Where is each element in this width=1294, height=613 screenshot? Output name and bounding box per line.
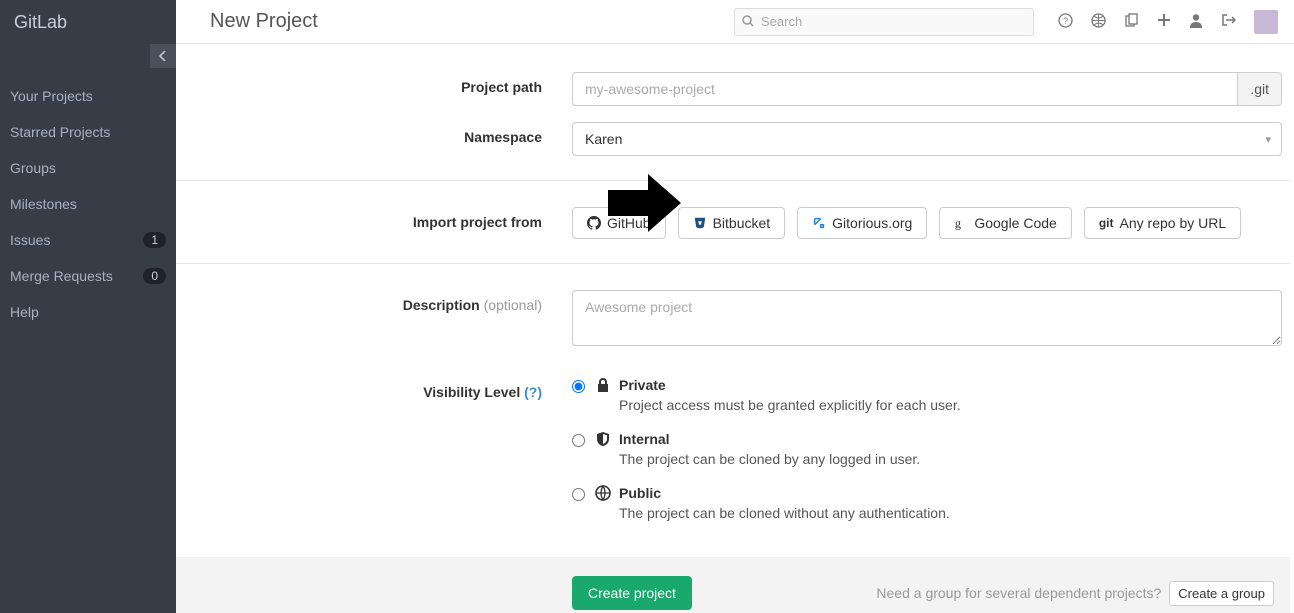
visibility-help-link[interactable]: (?) bbox=[524, 384, 542, 400]
search-wrap bbox=[734, 8, 1034, 36]
globe-icon bbox=[595, 485, 611, 501]
sidebar-item-label: Help bbox=[10, 304, 39, 320]
sidebar-item-label: Merge Requests bbox=[10, 268, 113, 284]
namespace-select[interactable]: Karen bbox=[572, 122, 1282, 156]
github-icon bbox=[587, 216, 601, 230]
brand-title[interactable]: GitLab bbox=[0, 0, 176, 44]
button-label: Any repo by URL bbox=[1120, 215, 1227, 231]
import-bitbucket-button[interactable]: Bitbucket bbox=[678, 207, 786, 239]
visibility-option-public[interactable]: Public The project can be cloned without… bbox=[572, 485, 1282, 521]
sidebar-item-starred-projects[interactable]: Starred Projects bbox=[0, 114, 176, 150]
header: New Project ? bbox=[176, 0, 1294, 44]
sidebar-item-label: Issues bbox=[10, 232, 50, 248]
visibility-desc: The project can be cloned by any logged … bbox=[619, 451, 920, 467]
visibility-radio-internal[interactable] bbox=[572, 434, 585, 447]
description-optional: (optional) bbox=[484, 297, 542, 313]
form-content: Project path .git Namespace Karen bbox=[176, 44, 1294, 613]
avatar[interactable] bbox=[1254, 10, 1278, 34]
git-suffix: .git bbox=[1238, 72, 1282, 106]
import-gitorious-button[interactable]: Gitorious.org bbox=[797, 207, 927, 239]
create-project-button[interactable]: Create project bbox=[572, 576, 692, 610]
search-input[interactable] bbox=[734, 8, 1034, 36]
logout-icon[interactable] bbox=[1221, 13, 1236, 30]
button-label: GitHub bbox=[607, 215, 651, 231]
divider bbox=[176, 263, 1290, 264]
svg-text:g: g bbox=[955, 216, 961, 230]
visibility-desc: Project access must be granted explicitl… bbox=[619, 397, 961, 413]
namespace-label: Namespace bbox=[176, 122, 572, 156]
project-path-input[interactable] bbox=[572, 72, 1238, 106]
visibility-radio-public[interactable] bbox=[572, 488, 585, 501]
sidebar-item-label: Milestones bbox=[10, 196, 77, 212]
description-label: Description (optional) bbox=[176, 290, 572, 349]
import-url-button[interactable]: git Any repo by URL bbox=[1084, 207, 1241, 239]
issues-badge: 1 bbox=[143, 232, 166, 248]
user-icon[interactable] bbox=[1189, 13, 1203, 31]
visibility-title: Private bbox=[619, 377, 666, 393]
import-google-code-button[interactable]: g Google Code bbox=[939, 207, 1072, 239]
group-hint-text: Need a group for several dependent proje… bbox=[876, 585, 1161, 601]
lock-icon bbox=[595, 377, 611, 393]
sidebar-item-help[interactable]: Help bbox=[0, 294, 176, 330]
description-input[interactable] bbox=[572, 290, 1282, 346]
visibility-title: Internal bbox=[619, 431, 670, 447]
header-icons: ? bbox=[1058, 10, 1278, 34]
visibility-title: Public bbox=[619, 485, 661, 501]
sidebar-collapse-button[interactable] bbox=[150, 44, 176, 68]
svg-text:?: ? bbox=[1063, 16, 1068, 26]
sidebar-item-milestones[interactable]: Milestones bbox=[0, 186, 176, 222]
visibility-radio-private[interactable] bbox=[572, 380, 585, 393]
sidebar-item-merge-requests[interactable]: Merge Requests 0 bbox=[0, 258, 176, 294]
visibility-label: Visibility Level (?) bbox=[176, 377, 572, 539]
footer: Create project Need a group for several … bbox=[176, 557, 1290, 613]
import-github-button[interactable]: GitHub bbox=[572, 207, 666, 239]
gitorious-icon bbox=[812, 216, 826, 230]
import-label: Import project from bbox=[176, 207, 572, 239]
sidebar-item-label: Groups bbox=[10, 160, 56, 176]
sidebar-item-label: Starred Projects bbox=[10, 124, 110, 140]
project-path-label: Project path bbox=[176, 72, 572, 106]
sidebar-item-issues[interactable]: Issues 1 bbox=[0, 222, 176, 258]
visibility-option-private[interactable]: Private Project access must be granted e… bbox=[572, 377, 1282, 413]
button-label: Gitorious.org bbox=[832, 215, 912, 231]
visibility-desc: The project can be cloned without any au… bbox=[619, 505, 950, 521]
sidebar-item-label: Your Projects bbox=[10, 88, 93, 104]
globe-icon[interactable] bbox=[1091, 13, 1106, 31]
button-label: Google Code bbox=[974, 215, 1057, 231]
sidebar-nav: Your Projects Starred Projects Groups Mi… bbox=[0, 78, 176, 330]
namespace-value: Karen bbox=[585, 131, 622, 147]
bitbucket-icon bbox=[693, 216, 707, 230]
page-title: New Project bbox=[210, 10, 724, 33]
plus-icon[interactable] bbox=[1157, 13, 1171, 30]
main: New Project ? Project path bbox=[176, 0, 1294, 613]
create-group-button[interactable]: Create a group bbox=[1169, 581, 1274, 606]
google-icon: g bbox=[954, 216, 968, 230]
sidebar-item-groups[interactable]: Groups bbox=[0, 150, 176, 186]
description-label-text: Description bbox=[403, 297, 480, 313]
sidebar: GitLab Your Projects Starred Projects Gr… bbox=[0, 0, 176, 613]
search-icon bbox=[742, 14, 754, 30]
git-icon: git bbox=[1099, 216, 1114, 230]
shield-icon bbox=[595, 431, 611, 447]
visibility-label-text: Visibility Level bbox=[423, 384, 520, 400]
merge-requests-badge: 0 bbox=[143, 268, 166, 284]
visibility-option-internal[interactable]: Internal The project can be cloned by an… bbox=[572, 431, 1282, 467]
button-label: Bitbucket bbox=[713, 215, 771, 231]
sidebar-item-your-projects[interactable]: Your Projects bbox=[0, 78, 176, 114]
help-icon[interactable]: ? bbox=[1058, 13, 1073, 31]
files-icon[interactable] bbox=[1124, 13, 1139, 31]
divider bbox=[176, 180, 1290, 181]
